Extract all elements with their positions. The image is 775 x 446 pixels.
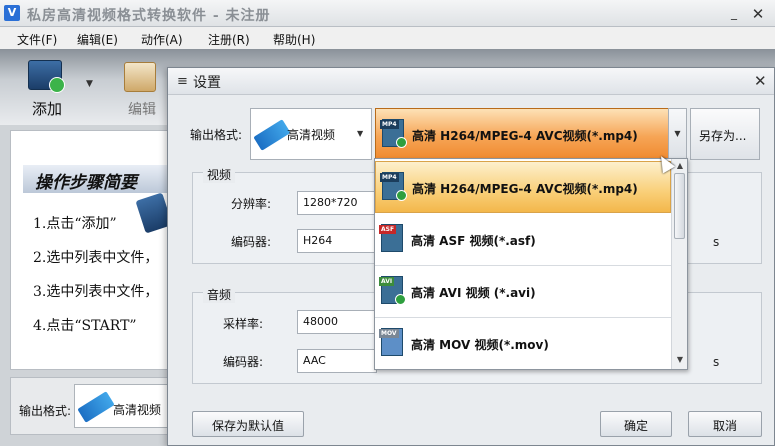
- format-option-label: 高清 MOV 视频(*.mov): [411, 338, 549, 352]
- dialog-output-label: 输出格式:: [190, 128, 243, 142]
- resolution-label: 分辨率:: [231, 197, 272, 211]
- step-4: 4.点击“START”: [33, 318, 137, 334]
- audio-bitrate-unit: s: [713, 355, 720, 369]
- video-encoder-label: 编码器:: [231, 235, 272, 249]
- resolution-field[interactable]: 1280*720: [297, 191, 377, 215]
- format-option-avi[interactable]: AVI 高清 AVI 视频 (*.avi): [375, 266, 671, 318]
- step-3: 3.选中列表中文件，: [33, 284, 159, 300]
- steps-title: 操作步骤简要: [23, 165, 183, 193]
- avi-file-icon: AVI: [379, 276, 407, 306]
- mov-file-icon: MOV: [379, 328, 407, 358]
- format-option-mp4[interactable]: MP4 高清 H264/MPEG-4 AVC视频(*.mp4): [375, 161, 671, 213]
- ok-button[interactable]: 确定: [600, 411, 672, 437]
- samplerate-field[interactable]: 48000: [297, 310, 377, 334]
- dialog-menu-icon[interactable]: ≡: [177, 74, 188, 89]
- dialog-close-icon[interactable]: ✕: [754, 72, 767, 90]
- format-option-label: 高清 AVI 视频 (*.avi): [411, 286, 536, 300]
- menu-file[interactable]: 文件(F): [17, 31, 57, 48]
- format-category-dropdown[interactable]: 高清视频 ▼: [250, 108, 372, 160]
- step-2: 2.选中列表中文件，: [33, 250, 159, 266]
- format-dropdown-arrow[interactable]: ▼: [668, 108, 687, 160]
- dialog-title: 设置: [193, 75, 221, 91]
- add-video-icon: [28, 60, 65, 93]
- video-bitrate-unit: s: [713, 235, 720, 249]
- menu-register[interactable]: 注册(R): [208, 31, 250, 48]
- video-encoder-field[interactable]: H264: [297, 229, 377, 253]
- save-as-button[interactable]: 另存为...: [690, 108, 760, 160]
- format-option-label: 高清 H264/MPEG-4 AVC视频(*.mp4): [412, 182, 638, 196]
- audio-encoder-field[interactable]: AAC: [297, 349, 377, 373]
- menu-help[interactable]: 帮助(H): [273, 31, 315, 48]
- edit-button-label: 编辑: [128, 102, 156, 118]
- asf-file-icon: ASF: [379, 224, 407, 254]
- add-button[interactable]: 添加: [16, 58, 76, 118]
- app-logo-icon: V: [4, 5, 20, 21]
- format-list-scrollbar[interactable]: ▲ ▼: [671, 159, 687, 369]
- format-dropdown-value: 高清 H264/MPEG-4 AVC视频(*.mp4): [412, 129, 638, 143]
- format-option-asf[interactable]: ASF 高清 ASF 视频(*.asf): [375, 214, 671, 266]
- format-list: MP4 高清 H264/MPEG-4 AVC视频(*.mp4) ASF 高清 A…: [374, 158, 688, 370]
- menu-edit[interactable]: 编辑(E): [77, 31, 118, 48]
- window-title: 私房高清视频格式转换软件 - 未注册: [27, 8, 271, 24]
- scrollbar-thumb[interactable]: [674, 173, 685, 239]
- audio-encoder-label: 编码器:: [223, 355, 264, 369]
- video-group-title: 视频: [203, 166, 236, 183]
- film-strip-icon: [77, 391, 115, 423]
- output-format-bar: 输出格式: 高清视频: [10, 377, 184, 435]
- menu-action[interactable]: 动作(A): [141, 31, 183, 48]
- close-button[interactable]: ✕: [748, 5, 768, 23]
- mp4-file-icon: MP4: [380, 172, 408, 202]
- cancel-button[interactable]: 取消: [688, 411, 762, 437]
- scroll-down-arrow-icon[interactable]: ▼: [672, 355, 687, 364]
- title-bar: V 私房高清视频格式转换软件 - 未注册 _ ✕: [0, 0, 775, 27]
- steps-panel: 操作步骤简要 1.点击“添加” 2.选中列表中文件， 3.选中列表中文件， 4.…: [10, 130, 183, 370]
- save-default-button[interactable]: 保存为默认值: [192, 411, 304, 437]
- format-option-label: 高清 ASF 视频(*.asf): [411, 234, 536, 248]
- menu-bar: 文件(F) 编辑(E) 动作(A) 注册(R) 帮助(H): [0, 27, 775, 49]
- format-dropdown[interactable]: MP4 高清 H264/MPEG-4 AVC视频(*.mp4): [375, 108, 687, 160]
- samplerate-label: 采样率:: [223, 317, 264, 331]
- step-1: 1.点击“添加”: [33, 216, 117, 232]
- output-format-name: 高清视频: [113, 403, 162, 417]
- edit-button[interactable]: 编辑: [120, 58, 170, 118]
- dialog-title-bar: ≡ 设置 ✕: [168, 68, 774, 95]
- audio-group-title: 音频: [203, 286, 236, 303]
- add-button-label: 添加: [32, 100, 63, 118]
- edit-pencil-icon: [124, 62, 156, 92]
- chevron-down-icon: ▼: [357, 129, 364, 138]
- output-format-label: 输出格式:: [19, 404, 72, 418]
- mp4-file-icon: MP4: [380, 119, 408, 149]
- minimize-button[interactable]: _: [724, 6, 744, 22]
- add-dropdown-arrow[interactable]: ▼: [86, 79, 93, 89]
- format-option-mov[interactable]: MOV 高清 MOV 视频(*.mov): [375, 318, 671, 369]
- format-category-value: 高清视频: [287, 128, 336, 142]
- film-strip-icon: [253, 119, 291, 151]
